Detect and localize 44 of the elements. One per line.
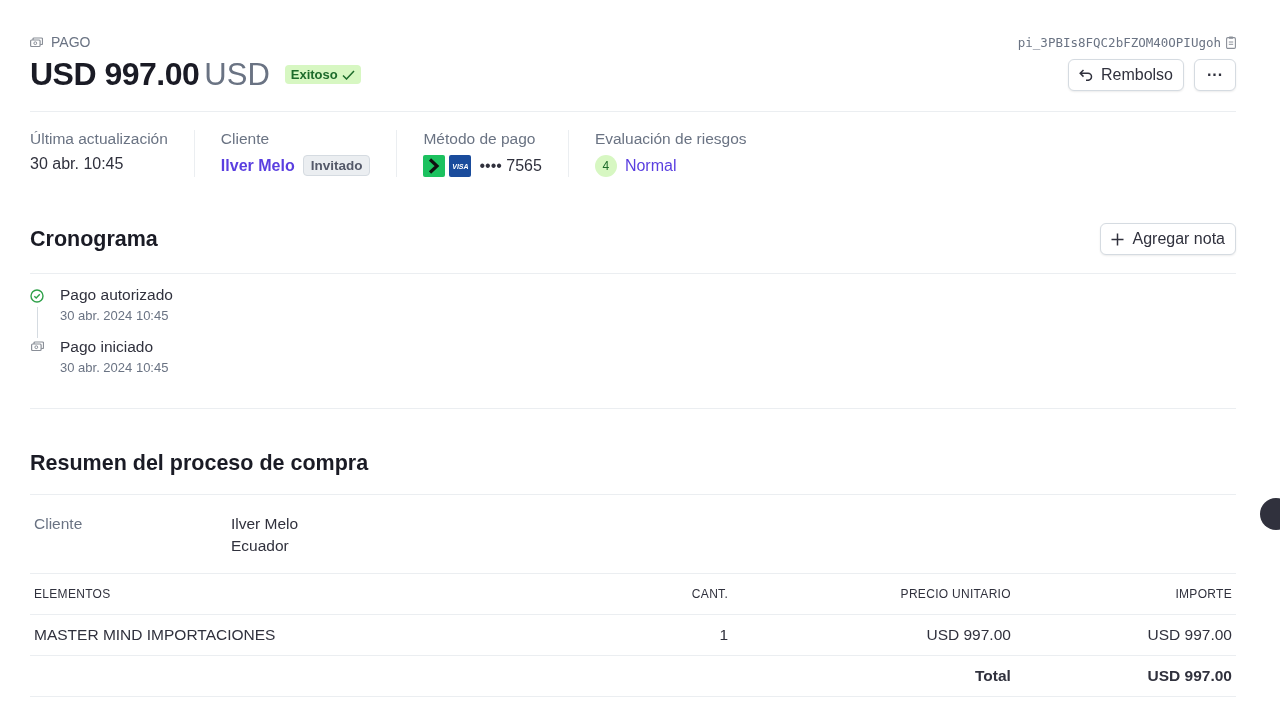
event-title: Pago iniciado: [60, 338, 155, 356]
event-time: 30 abr. 2024 10:45: [60, 308, 170, 323]
field-label: Método de pago: [423, 130, 537, 148]
total-label: Total: [732, 655, 1015, 697]
check-circle-icon: [30, 289, 44, 303]
table-cell: USD 997.00: [732, 614, 1015, 656]
payment-id: pi_3PBIs8FQC2bFZOM40OPIUgoh: [1017, 34, 1221, 50]
card-number: •••• 7565: [479, 157, 542, 175]
money-icon: [30, 36, 43, 48]
clipboard-icon[interactable]: [1226, 35, 1236, 49]
column-header: CANT.: [626, 574, 733, 615]
field-value: 30 abr. 10:45: [30, 155, 125, 173]
refund-button[interactable]: Rembolso: [1067, 58, 1184, 91]
risk-level-link[interactable]: Normal: [624, 157, 677, 175]
customer-detail: Ecuador: [231, 537, 290, 555]
total-amount: USD 997.00: [1014, 655, 1236, 697]
column-header: IMPORTE: [1014, 574, 1236, 615]
field-label: Cliente: [220, 130, 271, 148]
table-cell: MASTER MIND IMPORTACIONES: [30, 614, 627, 656]
risk-score-badge: 4: [594, 155, 617, 177]
undo-arrow-icon: [1078, 68, 1093, 81]
currency-code: USD: [204, 56, 270, 93]
plus-icon: [1111, 232, 1125, 246]
money-icon: [30, 341, 44, 352]
table-cell: USD 997.00: [1014, 614, 1236, 656]
field-label: Evaluación de riesgos: [594, 130, 747, 148]
page-kicker: PAGO: [51, 34, 91, 50]
section-title: Cronograma: [30, 226, 158, 252]
customer-link[interactable]: Ilver Melo: [220, 156, 295, 175]
payment-amount: USD 997.00: [30, 56, 200, 93]
chevron-logo-icon: [423, 155, 446, 177]
field-label: Última actualización: [30, 130, 168, 148]
field-label: Cliente: [34, 515, 84, 534]
customer-detail: Ilver Melo: [231, 515, 299, 533]
event-time: 30 abr. 2024 10:45: [60, 360, 169, 375]
add-note-button[interactable]: Agregar nota: [1100, 223, 1236, 255]
status-badge: Exitoso: [284, 65, 361, 84]
guest-badge: Invitado: [302, 155, 371, 176]
event-title: Pago autorizado: [60, 286, 173, 304]
column-header: PRECIO UNITARIO: [732, 574, 1015, 615]
section-title: Resumen del proceso de compra: [30, 451, 369, 476]
table-cell: 1: [626, 614, 733, 656]
column-header: ELEMENTOS: [30, 574, 627, 615]
more-button[interactable]: ···: [1194, 58, 1236, 91]
